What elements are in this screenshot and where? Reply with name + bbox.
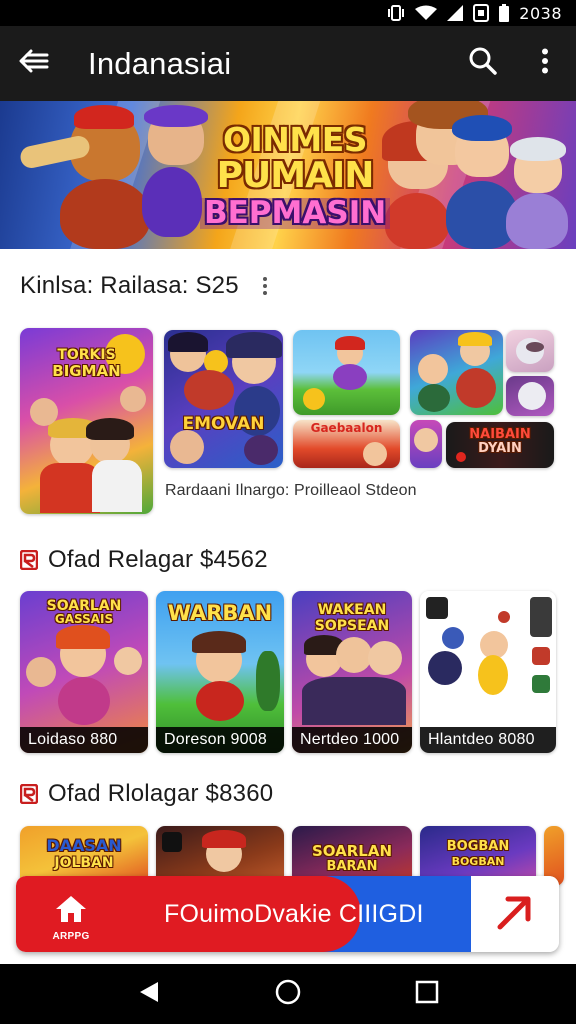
more-vert-icon bbox=[541, 48, 549, 79]
more-vert-icon bbox=[262, 277, 267, 281]
status-time: 2038 bbox=[519, 3, 562, 23]
system-nav-bar bbox=[0, 964, 576, 1024]
banner-character bbox=[510, 137, 566, 161]
game-card[interactable] bbox=[410, 330, 503, 415]
game-card-caption: Loidaso 880 bbox=[20, 727, 148, 753]
banner-character bbox=[142, 167, 202, 237]
more-options-button[interactable] bbox=[514, 26, 576, 101]
game-card-title: SOARLAN bbox=[46, 598, 122, 614]
cta-banner[interactable]: ARPPG FOuimoDvakie CIIIGDI bbox=[16, 876, 559, 952]
search-icon bbox=[469, 47, 497, 80]
game-card[interactable]: EMOVAN bbox=[164, 330, 283, 468]
section-header: Ofad Relagar $4562 bbox=[19, 546, 268, 574]
vibrate-icon bbox=[387, 5, 405, 21]
banner-character bbox=[74, 105, 134, 129]
section-title: Ofad Rlolagar $8360 bbox=[48, 780, 274, 807]
game-card[interactable] bbox=[506, 376, 554, 416]
nav-recents-icon bbox=[415, 980, 439, 1009]
game-card-title: WAKEAN bbox=[317, 602, 387, 618]
game-card-title: DYAIN bbox=[478, 441, 522, 456]
search-button[interactable] bbox=[452, 26, 514, 101]
bookmark-icon bbox=[19, 549, 39, 571]
banner-character bbox=[506, 193, 568, 249]
cta-home-label: ARPPG bbox=[52, 931, 90, 942]
home-icon bbox=[54, 896, 88, 928]
game-card[interactable] bbox=[506, 330, 554, 372]
game-card[interactable]: Hlantdeo 8080 bbox=[420, 591, 556, 753]
banner-character bbox=[385, 193, 449, 249]
game-card[interactable] bbox=[293, 330, 400, 415]
nav-recents-button[interactable] bbox=[399, 966, 455, 1022]
bookmark-icon bbox=[19, 783, 39, 805]
app-bar: Indanasiai bbox=[0, 26, 576, 101]
battery-icon bbox=[499, 4, 510, 22]
signal-icon bbox=[447, 5, 464, 21]
banner-character bbox=[60, 179, 150, 249]
game-card-title: BOGBAN bbox=[451, 855, 505, 868]
section-sub-caption: Rardaani Ilnargo: Proilleaol Stdeon bbox=[165, 482, 417, 499]
cta-text: FOuimoDvakie CIIIGDI bbox=[164, 899, 424, 928]
game-card-title: GASSAIS bbox=[54, 612, 114, 626]
game-card-title: BIGMAN bbox=[52, 362, 121, 380]
game-card-caption: Hlantdeo 8080 bbox=[420, 727, 556, 753]
wifi-icon bbox=[415, 5, 438, 21]
banner-logo: OINMES PUMAIN BEPMASIN bbox=[200, 120, 391, 229]
hero-banner[interactable]: OINMES PUMAIN BEPMASIN bbox=[0, 101, 576, 249]
game-card[interactable]: WARBAN Doreson 9008 bbox=[156, 591, 284, 753]
cta-home-button[interactable]: ARPPG bbox=[46, 894, 96, 942]
arrow-icon bbox=[496, 893, 534, 936]
section-title: Kinlsa: Railasa: S25 bbox=[20, 272, 239, 299]
banner-character bbox=[144, 105, 208, 127]
section-header: Kinlsa: Railasa: S25 bbox=[20, 272, 267, 300]
game-card-title: BOGBAN bbox=[446, 839, 510, 854]
game-card-title: TORKIS bbox=[57, 347, 116, 363]
game-card-title: JOLBAN bbox=[54, 855, 114, 871]
back-arrow-icon bbox=[19, 49, 49, 78]
game-card-title: Gaebaalon bbox=[310, 421, 383, 435]
section-more-button[interactable] bbox=[262, 277, 267, 295]
nav-back-icon bbox=[138, 980, 160, 1009]
game-card-title: SOARLAN bbox=[311, 842, 393, 860]
game-card[interactable]: Gaebaalon bbox=[293, 420, 400, 468]
status-bar: 2038 bbox=[0, 0, 576, 26]
game-card-title: SOPSEAN bbox=[314, 618, 390, 634]
game-card[interactable]: NAIBAIN DYAIN bbox=[446, 422, 554, 468]
app-actions bbox=[452, 26, 576, 101]
game-card-title: EMOVAN bbox=[182, 414, 265, 434]
banner-logo-line3: BEPMASIN bbox=[200, 198, 391, 229]
game-card-caption: Doreson 9008 bbox=[156, 727, 284, 753]
game-card[interactable]: TORKIS BIGMAN bbox=[20, 328, 153, 514]
banner-logo-line1: OINMES bbox=[222, 120, 368, 159]
section-header: Ofad Rlolagar $8360 bbox=[19, 780, 274, 808]
cta-arrow-button[interactable] bbox=[471, 876, 559, 952]
game-card-title: WARBAN bbox=[167, 601, 273, 625]
nav-home-button[interactable] bbox=[260, 966, 316, 1022]
nav-back-button[interactable] bbox=[121, 966, 177, 1022]
banner-logo-line2: PUMAIN bbox=[216, 155, 375, 196]
section-title: Ofad Relagar $4562 bbox=[48, 546, 268, 573]
game-card[interactable] bbox=[410, 420, 442, 468]
back-button[interactable] bbox=[0, 26, 68, 101]
game-card-caption: Nertdeo 1000 bbox=[292, 727, 412, 753]
banner-character bbox=[452, 115, 512, 141]
game-card[interactable]: WAKEAN SOPSEAN Nertdeo 1000 bbox=[292, 591, 412, 753]
game-card-title: NAIBAIN bbox=[469, 427, 531, 442]
game-card-title: BARAN bbox=[326, 859, 378, 874]
app-title: Indanasiai bbox=[88, 45, 232, 81]
sim-icon bbox=[473, 4, 490, 22]
nav-home-icon bbox=[275, 979, 301, 1010]
game-card[interactable]: SOARLAN GASSAIS Loidaso 880 bbox=[20, 591, 148, 753]
game-card-title: DAASAN bbox=[46, 836, 122, 855]
